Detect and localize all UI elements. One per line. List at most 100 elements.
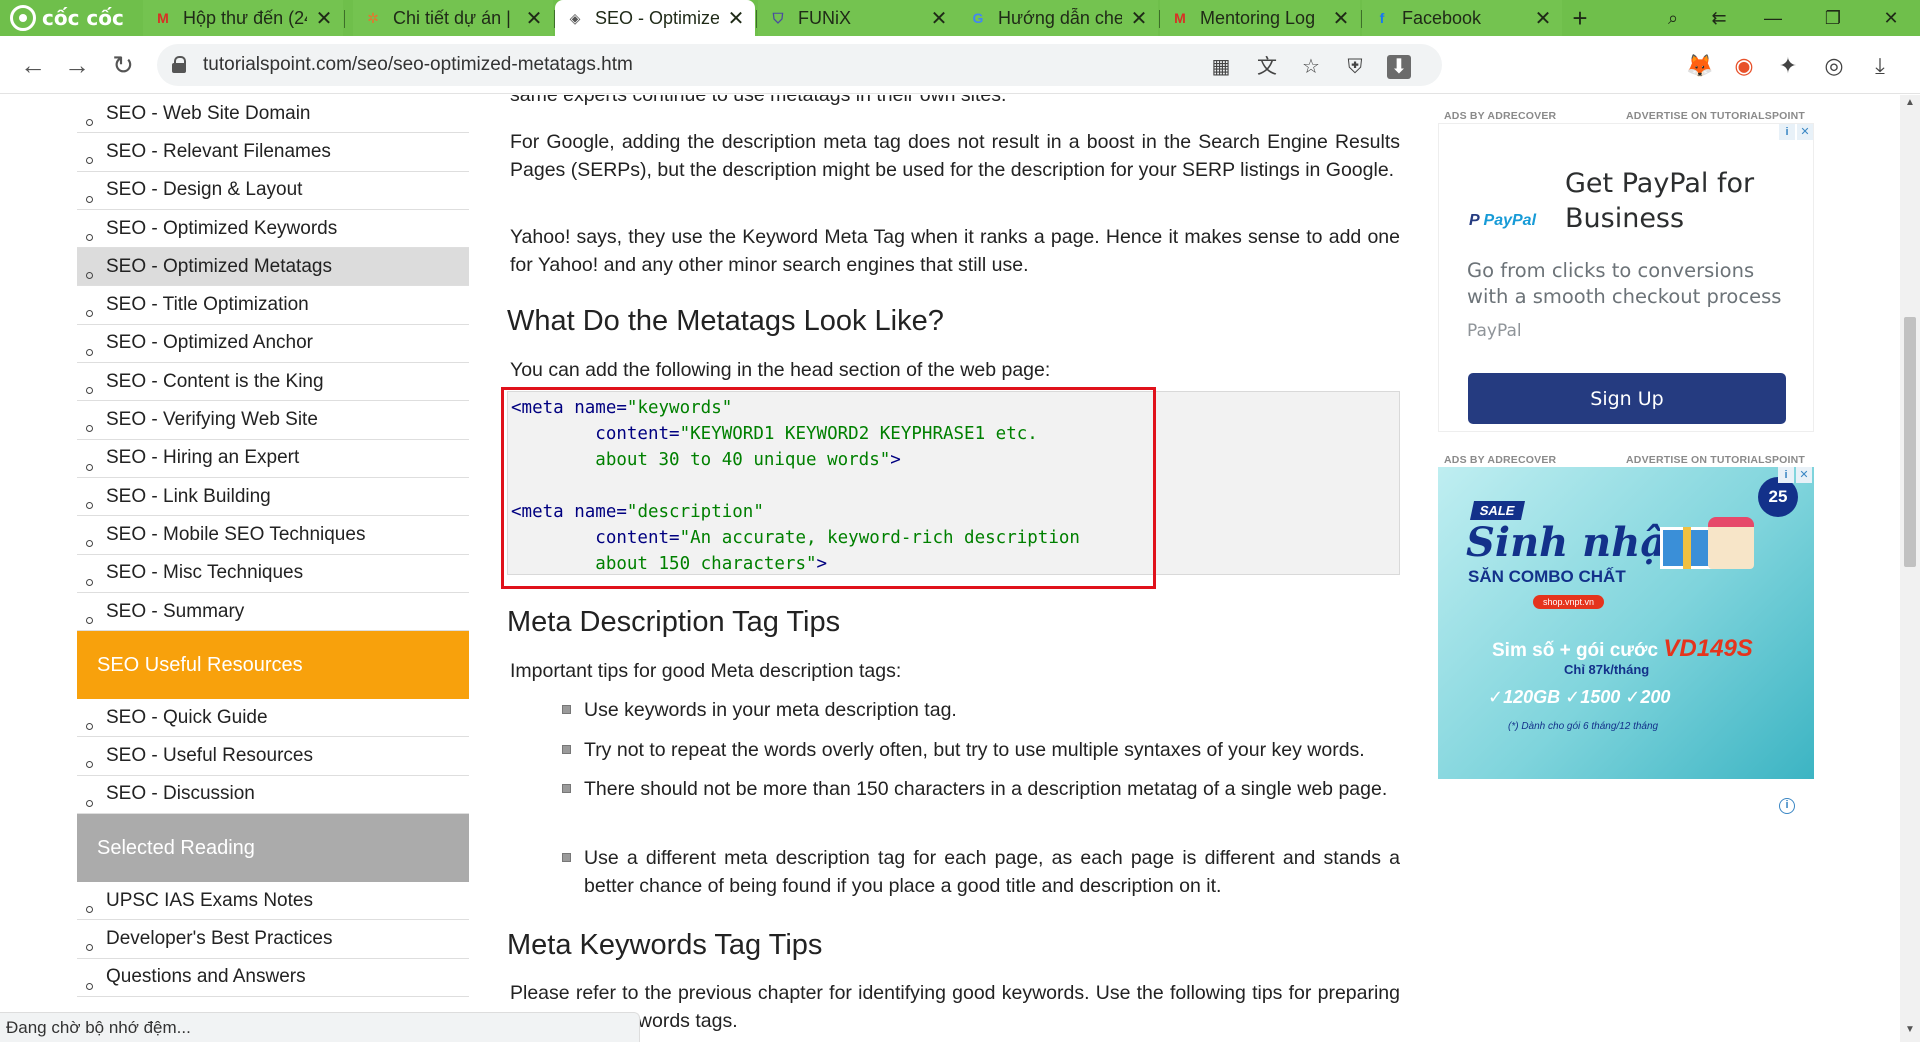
- bookmark-star-icon[interactable]: ☆: [1299, 55, 1323, 79]
- sidebar-link[interactable]: SEO - Relevant Filenames: [77, 133, 469, 172]
- sidebar-link[interactable]: SEO - Optimized Metatags: [77, 248, 469, 287]
- sign-up-button[interactable]: Sign Up: [1468, 373, 1786, 424]
- browser-tab[interactable]: ⛉ FUNiX ✕: [758, 0, 958, 36]
- close-tab-icon[interactable]: ✕: [1534, 6, 1552, 31]
- sidebar-link[interactable]: SEO - Quick Guide: [77, 699, 469, 738]
- close-tab-icon[interactable]: ✕: [727, 6, 745, 31]
- back-to-tab-icon[interactable]: ⇇: [1696, 0, 1742, 36]
- sidebar-link-label[interactable]: SEO - Title Optimization: [106, 294, 309, 316]
- sidebar-link-label[interactable]: SEO - Relevant Filenames: [106, 141, 331, 163]
- page-scrollbar[interactable]: ▲ ▼: [1900, 95, 1920, 1042]
- browser-tab[interactable]: f Facebook ✕: [1362, 0, 1562, 36]
- sidebar-link[interactable]: UPSC IAS Exams Notes: [77, 882, 469, 921]
- reload-button[interactable]: ↻: [106, 48, 140, 82]
- sidebar-link-label[interactable]: SEO - Quick Guide: [106, 707, 268, 729]
- scroll-down-arrow-icon[interactable]: ▼: [1900, 1024, 1920, 1040]
- sidebar-link[interactable]: SEO - Link Building: [77, 478, 469, 517]
- downloads-icon[interactable]: ⤓: [1866, 52, 1894, 80]
- coccoc-menu-button[interactable]: cốc cốc: [0, 0, 140, 36]
- advertise-link[interactable]: ADVERTISE ON TUTORIALSPOINT: [1626, 110, 1805, 122]
- sidebar-link-label[interactable]: SEO - Optimized Keywords: [106, 218, 337, 240]
- sidebar-link-label[interactable]: Developer's Best Practices: [106, 928, 332, 950]
- sidebar-link-label[interactable]: SEO - Optimized Metatags: [106, 256, 332, 278]
- sidebar-link[interactable]: SEO - Mobile SEO Techniques: [77, 516, 469, 555]
- bullet-icon: [86, 233, 93, 241]
- close-tab-icon[interactable]: ✕: [1332, 6, 1350, 31]
- vnpt-banner-ad[interactable]: SALE Sinh nhật SĂN COMBO CHẤT shop.vnpt.…: [1438, 467, 1814, 779]
- sidebar-link-label[interactable]: UPSC IAS Exams Notes: [106, 890, 313, 912]
- sidebar-link-label[interactable]: SEO - Optimized Anchor: [106, 332, 313, 354]
- sidebar-link-label[interactable]: SEO - Hiring an Expert: [106, 447, 299, 469]
- browser-tab[interactable]: M Mentoring Log ✕: [1160, 0, 1360, 36]
- lock-icon[interactable]: [171, 56, 189, 74]
- forward-button[interactable]: →: [60, 48, 94, 82]
- sidebar-link-label[interactable]: SEO - Content is the King: [106, 371, 324, 393]
- bullet-icon: [86, 906, 93, 914]
- sidebar-link[interactable]: SEO - Summary: [77, 593, 469, 632]
- sidebar-link[interactable]: SEO - Web Site Domain: [77, 95, 469, 134]
- sidebar-link-label[interactable]: SEO - Link Building: [106, 486, 271, 508]
- tab-search-icon[interactable]: ⌕: [1650, 0, 1696, 36]
- ad-info-icon[interactable]: i: [1779, 798, 1795, 814]
- sidebar-link[interactable]: SEO - Design & Layout: [77, 172, 469, 210]
- sidebar-link-label[interactable]: SEO - Verifying Web Site: [106, 409, 318, 431]
- coccoc-extension-icon[interactable]: ◉: [1730, 52, 1758, 80]
- maximize-button[interactable]: ❐: [1810, 0, 1856, 36]
- address-bar[interactable]: tutorialspoint.com/seo/seo-optimized-met…: [157, 44, 1442, 86]
- sidebar-link-label[interactable]: SEO - Design & Layout: [106, 179, 302, 201]
- sidebar-link[interactable]: SEO - Discussion: [77, 776, 469, 815]
- brand-name: cốc cốc: [42, 6, 124, 30]
- url-text[interactable]: tutorialspoint.com/seo/seo-optimized-met…: [203, 54, 633, 76]
- new-tab-button[interactable]: +: [1565, 0, 1595, 36]
- sidebar-link[interactable]: SEO - Verifying Web Site: [77, 401, 469, 440]
- browser-tab[interactable]: ◈ SEO - Optimized ✕: [555, 0, 755, 36]
- sidebar-link[interactable]: SEO - Optimized Keywords: [77, 210, 469, 249]
- minimize-button[interactable]: —: [1750, 0, 1796, 36]
- profile-avatar-icon[interactable]: ◎: [1820, 52, 1848, 80]
- cake-icon: [1708, 517, 1754, 569]
- tips-intro-paragraph: Important tips for good Meta description…: [510, 660, 902, 682]
- extension-shield-icon[interactable]: ⛨: [1343, 55, 1367, 79]
- browser-tab[interactable]: ✲ Chi tiết dự án | P ✕: [353, 0, 553, 36]
- ad-title[interactable]: Get PayPal for Business: [1565, 166, 1795, 236]
- sidebar-link[interactable]: SEO - Useful Resources: [77, 737, 469, 776]
- sidebar-link-label[interactable]: SEO - Summary: [106, 601, 244, 623]
- sidebar-link-label[interactable]: SEO - Misc Techniques: [106, 562, 303, 584]
- sidebar-link[interactable]: SEO - Misc Techniques: [77, 555, 469, 593]
- sidebar-link-label[interactable]: SEO - Web Site Domain: [106, 103, 311, 125]
- back-button[interactable]: ←: [16, 48, 50, 82]
- ad-shop-pill: shop.vnpt.vn: [1533, 595, 1605, 609]
- adchoices-icon[interactable]: i ✕: [1779, 124, 1813, 142]
- sidebar-link[interactable]: Developer's Best Practices: [77, 920, 469, 959]
- sidebar-link[interactable]: SEO - Optimized Anchor: [77, 325, 469, 364]
- download-page-icon[interactable]: ⬇: [1387, 55, 1411, 79]
- adchoices-icon-2[interactable]: i ✕: [1778, 467, 1812, 485]
- close-tab-icon[interactable]: ✕: [1130, 6, 1148, 31]
- sidebar-link[interactable]: Questions and Answers: [77, 959, 469, 997]
- close-tab-icon[interactable]: ✕: [525, 6, 543, 31]
- extensions-puzzle-icon[interactable]: ✦: [1774, 52, 1802, 80]
- sidebar-link[interactable]: SEO - Hiring an Expert: [77, 440, 469, 478]
- scroll-up-arrow-icon[interactable]: ▲: [1900, 97, 1920, 113]
- sidebar-link[interactable]: SEO - Content is the King: [77, 363, 469, 402]
- fox-extension-icon[interactable]: 🦊: [1686, 52, 1714, 80]
- browser-tab[interactable]: M Hộp thư đến (24 ✕: [143, 0, 343, 36]
- sidebar-link-label[interactable]: SEO - Mobile SEO Techniques: [106, 524, 365, 546]
- scrollbar-thumb[interactable]: [1904, 317, 1916, 567]
- sidebar-link-label[interactable]: Questions and Answers: [106, 966, 306, 988]
- advertise-link-2[interactable]: ADVERTISE ON TUTORIALSPOINT: [1626, 454, 1805, 466]
- qr-code-icon[interactable]: ▦: [1209, 55, 1233, 79]
- translate-icon[interactable]: 文: [1255, 55, 1279, 79]
- sidebar-link[interactable]: SEO - Title Optimization: [77, 286, 469, 325]
- browser-tab[interactable]: G Hướng dẫn chec ✕: [958, 0, 1158, 36]
- sidebar-link-label[interactable]: SEO - Useful Resources: [106, 745, 313, 767]
- sidebar-link-label[interactable]: SEO - Discussion: [106, 783, 255, 805]
- close-tab-icon[interactable]: ✕: [315, 6, 333, 31]
- tab-title: Chi tiết dự án | P: [393, 7, 517, 28]
- paypal-ad[interactable]: i ✕ P PayPal Get PayPal for Business Go f…: [1438, 123, 1814, 432]
- close-tab-icon[interactable]: ✕: [930, 6, 948, 31]
- bullet-icon: [86, 195, 93, 203]
- square-bullet-icon: [562, 784, 571, 793]
- list-item: Try not to repeat the words overly often…: [584, 739, 1365, 761]
- close-window-button[interactable]: ✕: [1868, 0, 1914, 36]
